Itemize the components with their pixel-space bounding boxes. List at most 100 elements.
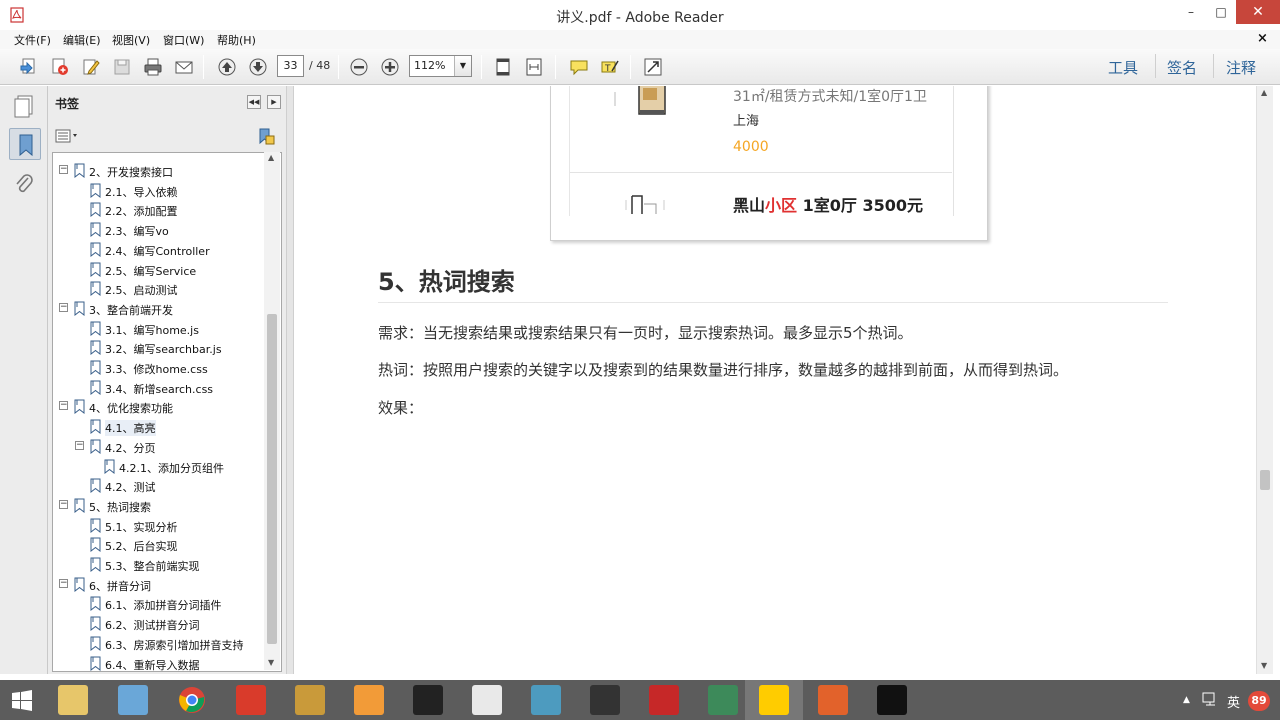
previous-page-button[interactable] [214, 55, 240, 79]
cmd-task[interactable] [863, 680, 921, 720]
notification-badge[interactable]: 89 [1248, 691, 1270, 711]
file-explorer-task[interactable] [44, 680, 102, 720]
red-app-icon [472, 685, 502, 715]
print-button[interactable] [140, 55, 166, 79]
pane-splitter[interactable] [286, 86, 294, 674]
document-scrollbar[interactable]: ▲ ▼ [1256, 86, 1273, 674]
menu-file[interactable]: 文件(F) [14, 32, 51, 48]
xmind-task[interactable] [222, 680, 280, 720]
bookmarks-button[interactable] [9, 128, 41, 160]
bookmarks-header: 书签 ◀◀ ▶ [48, 86, 286, 118]
collapse-toggle-icon[interactable]: − [59, 499, 68, 509]
fit-width-button[interactable] [521, 55, 547, 79]
add-comment-button[interactable] [566, 55, 592, 79]
intellij-task[interactable] [399, 680, 457, 720]
scroll-down-arrow-icon[interactable]: ▼ [1261, 661, 1267, 670]
maximize-button[interactable]: □ [1206, 0, 1236, 24]
listing1-details: 31㎡/租赁方式未知/1室0厅1卫 [733, 89, 927, 105]
collapse-toggle-icon[interactable]: − [59, 401, 68, 411]
paint-task[interactable] [104, 680, 162, 720]
full-screen-button[interactable] [640, 55, 666, 79]
sublime-task[interactable] [340, 680, 398, 720]
bookmark-icon [89, 557, 102, 575]
menu-edit[interactable]: 编辑(E) [63, 32, 101, 48]
notebook-task[interactable] [517, 680, 575, 720]
tools-link[interactable]: 工具 [1108, 57, 1138, 78]
scroll-up-arrow-icon[interactable]: ▲ [1261, 88, 1267, 97]
section-heading: 5、热词搜索 [378, 268, 515, 296]
bookmark-icon [89, 537, 102, 555]
close-document-button[interactable]: × [1257, 31, 1268, 46]
document-scroll-thumb[interactable] [1260, 470, 1270, 490]
bookmark-icon [89, 616, 102, 634]
bookmark-label: 5.1、实现分析 [105, 520, 178, 534]
bookmark-icon [73, 399, 86, 417]
red-app-task[interactable] [458, 680, 516, 720]
collapse-toggle-icon[interactable]: − [59, 578, 68, 588]
chrome-icon [177, 685, 207, 715]
next-page-button[interactable] [245, 55, 271, 79]
highlight-text-button[interactable]: T [597, 55, 623, 79]
scroll-up-arrow-icon[interactable]: ▲ [268, 153, 274, 162]
collapse-toggle-icon[interactable]: − [75, 440, 84, 450]
edit-pdf-button[interactable] [78, 55, 104, 79]
tray-expand-icon[interactable]: ▲ [1183, 695, 1190, 705]
terminal-app-task[interactable] [576, 680, 634, 720]
attachments-button[interactable] [13, 172, 35, 199]
create-pdf-button[interactable] [47, 55, 73, 79]
bookmark-label: 4.2.1、添加分页组件 [119, 461, 224, 475]
email-icon [175, 61, 193, 74]
bookmark-options-button[interactable] [55, 129, 79, 146]
adobe-reader-task[interactable] [635, 680, 693, 720]
zoom-in-button[interactable] [377, 55, 403, 79]
toolbar-separator [338, 55, 339, 79]
menu-window[interactable]: 窗口(W) [163, 32, 204, 48]
print-icon [144, 58, 162, 76]
email-button[interactable] [171, 55, 197, 79]
comment-link[interactable]: 注释 [1226, 57, 1256, 78]
page-number-input[interactable]: 33 [277, 55, 304, 77]
collapse-panel-button[interactable]: ◀◀ [247, 95, 261, 109]
bookmark-label: 2.2、添加配置 [105, 205, 178, 219]
close-window-button[interactable]: ✕ [1236, 0, 1280, 24]
bookmarks-panel: 书签 ◀◀ ▶ − 2、开发搜索接口 2.1、导入依赖 2.2、添加配置 2.3、编写v… [48, 86, 286, 674]
ime-indicator[interactable]: 英 [1227, 692, 1240, 711]
bookmark-icon [89, 596, 102, 614]
chevron-down-icon[interactable]: ▼ [454, 56, 471, 76]
winrar-task[interactable] [281, 680, 339, 720]
cmd-icon [877, 685, 907, 715]
bookmark-delete-icon [259, 128, 275, 145]
delete-bookmark-button[interactable] [257, 127, 275, 148]
bookmark-icon [89, 439, 102, 457]
bookmark-icon [73, 301, 86, 319]
toolbar-separator [630, 55, 631, 79]
collapse-toggle-icon[interactable]: − [59, 165, 68, 174]
minimize-button[interactable]: – [1176, 0, 1206, 24]
zoom-out-button[interactable] [346, 55, 372, 79]
zoom-value: 112% [414, 59, 446, 72]
menu-view[interactable]: 视图(V) [112, 32, 150, 48]
save-button[interactable] [109, 55, 135, 79]
bookmarks-scroll-thumb[interactable] [267, 314, 277, 644]
sign-link[interactable]: 签名 [1167, 57, 1197, 78]
zoom-select[interactable]: 112% ▼ [409, 55, 472, 77]
presentation-task[interactable] [694, 680, 752, 720]
page-thumbnails-button[interactable] [13, 94, 35, 121]
postman-icon [818, 685, 848, 715]
terminal-app-icon [590, 685, 620, 715]
menu-help[interactable]: 帮助(H) [217, 32, 256, 48]
bookmark-label: 3.2、编写searchbar.js [105, 343, 222, 357]
fit-page-button[interactable] [490, 55, 516, 79]
panel-options-button[interactable]: ▶ [267, 95, 281, 109]
page-total-label: / 48 [309, 59, 331, 72]
bookmark-label: 2.5、编写Service [105, 264, 197, 278]
bookmarks-scrollbar[interactable]: ▲ ▼ [264, 152, 280, 670]
collapse-toggle-icon[interactable]: − [59, 302, 68, 312]
network-icon[interactable] [1201, 690, 1219, 711]
chrome-task[interactable] [163, 680, 221, 720]
video-player-task[interactable] [745, 680, 803, 720]
bookmark-label: 5、热词搜索 [89, 500, 151, 514]
scroll-down-arrow-icon[interactable]: ▼ [268, 658, 274, 667]
postman-task[interactable] [804, 680, 862, 720]
open-file-button[interactable] [16, 55, 42, 79]
